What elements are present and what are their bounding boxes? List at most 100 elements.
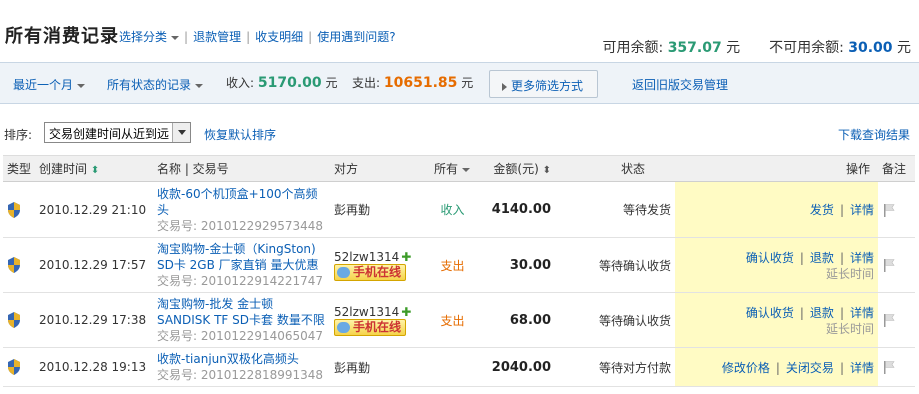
unavailable-balance-label: 不可用余额: xyxy=(769,40,844,56)
transaction-name-link[interactable]: 淘宝购物-金士顿（KingSton) xyxy=(157,241,326,257)
available-balance-label: 可用余额: xyxy=(602,40,664,56)
transaction-name-link[interactable]: 收款-60个机顶盒+100个高频 xyxy=(157,186,326,202)
time-cell: 2010.12.29 17:57 xyxy=(35,237,153,293)
col-note: 备注 xyxy=(878,155,915,182)
modify-price-link[interactable]: 修改价格 xyxy=(722,361,770,375)
refund-link[interactable]: 退款 xyxy=(810,251,834,265)
name-cell: 收款-60个机顶盒+100个高频头交易号: 2010122929573448 xyxy=(153,181,330,238)
refund-link[interactable]: 退款 xyxy=(810,306,834,320)
table-row: 2010.12.28 19:13 收款-tianjun双极化高频头 交易号: 20… xyxy=(3,347,915,387)
col-created-label: 创建时间 xyxy=(39,162,88,176)
tid-label: 交易号: xyxy=(157,368,198,382)
transaction-name-link[interactable]: SD卡 2GB 厂家直销 量大优惠 xyxy=(157,257,326,273)
flag-icon[interactable] xyxy=(882,258,896,273)
transaction-name-link[interactable]: SANDISK TF SD卡套 数量不限 xyxy=(157,312,326,328)
add-friend-icon[interactable]: ✚ xyxy=(401,250,411,264)
status-cell: 等待确认收货 xyxy=(555,292,675,348)
shield-icon xyxy=(8,201,20,218)
transaction-name-link[interactable]: 淘宝购物-批发 金士顿 xyxy=(157,296,326,312)
party-cell: 52lzw1314 ✚ 手机在线 xyxy=(330,237,430,293)
sort-select[interactable]: 交易创建时间从近到远 xyxy=(44,122,191,143)
direction-cell: 收入 xyxy=(430,181,475,238)
sort-selected-value: 交易创建时间从近到远 xyxy=(49,127,170,141)
mobile-online-badge[interactable]: 手机在线 xyxy=(334,318,407,336)
detail-link[interactable]: 详情 xyxy=(850,361,874,375)
reset-sort-link[interactable]: 恢复默认排序 xyxy=(204,126,276,143)
col-amount-label: 金额(元) xyxy=(493,162,539,176)
dropdown-arrow-icon[interactable] xyxy=(172,123,190,142)
direction-cell xyxy=(430,347,475,387)
type-cell xyxy=(3,347,35,387)
party-name: 52lzw1314 xyxy=(334,249,400,264)
income-summary: 收入: 5170.00 元 xyxy=(226,74,337,91)
more-filters-button[interactable]: 更多筛选方式 xyxy=(489,70,598,98)
status-cell: 等待发货 xyxy=(555,181,675,238)
add-friend-icon[interactable]: ✚ xyxy=(401,305,411,319)
tid-value: 2010122914065047 xyxy=(200,329,324,343)
col-ops: 操作 xyxy=(675,155,878,182)
flag-icon[interactable] xyxy=(882,360,896,375)
type-cell xyxy=(3,181,35,238)
note-cell xyxy=(878,237,915,293)
chat-icon xyxy=(337,266,350,278)
income-expense-detail-link[interactable]: 收支明细 xyxy=(255,30,303,44)
sort-updown-icon[interactable]: ⬍ xyxy=(91,165,99,176)
detail-link[interactable]: 详情 xyxy=(850,251,874,265)
confirm-receipt-link[interactable]: 确认收货 xyxy=(746,251,794,265)
table-row: 2010.12.29 21:10 收款-60个机顶盒+100个高频头交易号: 2… xyxy=(3,181,915,238)
sort-updown-icon[interactable]: ⬍ xyxy=(543,165,551,176)
detail-link[interactable]: 详情 xyxy=(850,306,874,320)
page-title: 所有消费记录 xyxy=(5,26,119,47)
type-cell xyxy=(3,237,35,293)
status-label[interactable]: 所有状态的记录 xyxy=(107,78,191,92)
detail-link[interactable]: 详情 xyxy=(850,203,874,217)
name-cell: 淘宝购物-批发 金士顿 SANDISK TF SD卡套 数量不限 交易号: 2010… xyxy=(153,292,330,348)
currency-label: 元 xyxy=(461,76,474,90)
col-created[interactable]: 创建时间 ⬍ xyxy=(35,155,153,182)
period-label[interactable]: 最近一个月 xyxy=(13,78,73,92)
mobile-online-badge[interactable]: 手机在线 xyxy=(334,263,407,281)
old-version-link[interactable]: 返回旧版交易管理 xyxy=(632,78,728,92)
name-cell: 淘宝购物-金士顿（KingSton) SD卡 2GB 厂家直销 量大优惠 交易号: … xyxy=(153,237,330,293)
time-cell: 2010.12.28 19:13 xyxy=(35,347,153,387)
ship-link[interactable]: 发货 xyxy=(810,203,834,217)
income-label: 收入: xyxy=(226,76,255,90)
confirm-receipt-link[interactable]: 确认收货 xyxy=(746,306,794,320)
more-filters-label: 更多筛选方式 xyxy=(511,79,584,93)
help-link[interactable]: 使用遇到问题? xyxy=(317,30,395,44)
transaction-name-link[interactable]: 收款-tianjun双极化高频头 xyxy=(157,351,326,367)
chevron-down-icon[interactable] xyxy=(462,167,471,172)
filter-bar: 最近一个月 所有状态的记录 收入: 5170.00 元 支出: 10651.85… xyxy=(0,62,919,104)
close-trade-link[interactable]: 关闭交易 xyxy=(786,361,834,375)
flag-icon[interactable] xyxy=(882,203,896,217)
type-cell xyxy=(3,292,35,348)
amount-cell: 4140.00 xyxy=(475,181,555,238)
ops-cell: 修改价格 | 关闭交易 | 详情 xyxy=(675,347,878,387)
period-dropdown[interactable]: 最近一个月 xyxy=(13,76,86,93)
chevron-down-icon[interactable] xyxy=(77,83,86,88)
ops-cell: 发货 | 详情 xyxy=(675,181,878,238)
status-dropdown[interactable]: 所有状态的记录 xyxy=(107,76,204,93)
note-cell xyxy=(878,181,915,238)
transaction-name-link[interactable]: 头 xyxy=(157,202,326,218)
chevron-down-icon[interactable] xyxy=(171,35,180,40)
flag-icon[interactable] xyxy=(882,313,896,328)
shield-icon xyxy=(8,257,20,273)
old-version-link-wrap: 返回旧版交易管理 xyxy=(632,76,728,93)
col-type: 类型 xyxy=(3,155,35,182)
currency-label: 元 xyxy=(726,40,741,56)
balance-summary: 可用余额: 357.07 元 不可用余额: 30.00 元 xyxy=(603,37,911,57)
sort-label: 排序: xyxy=(4,128,33,142)
tid-value: 2010122818991348 xyxy=(200,368,324,382)
expense-value: 10651.85 xyxy=(383,75,458,91)
select-category-link[interactable]: 选择分类 xyxy=(119,30,167,44)
col-amount[interactable]: 金额(元) ⬍ xyxy=(475,155,555,182)
refund-management-link[interactable]: 退款管理 xyxy=(193,30,241,44)
col-direction[interactable]: 所有 xyxy=(430,155,475,182)
time-cell: 2010.12.29 17:38 xyxy=(35,292,153,348)
income-value: 5170.00 xyxy=(257,75,322,91)
chevron-down-icon[interactable] xyxy=(195,83,204,88)
unavailable-balance-value: 30.00 xyxy=(848,40,893,56)
download-results-link[interactable]: 下载查询结果 xyxy=(838,126,910,143)
table-row: 2010.12.29 17:57 淘宝购物-金士顿（KingSton) SD卡 2… xyxy=(3,237,915,293)
